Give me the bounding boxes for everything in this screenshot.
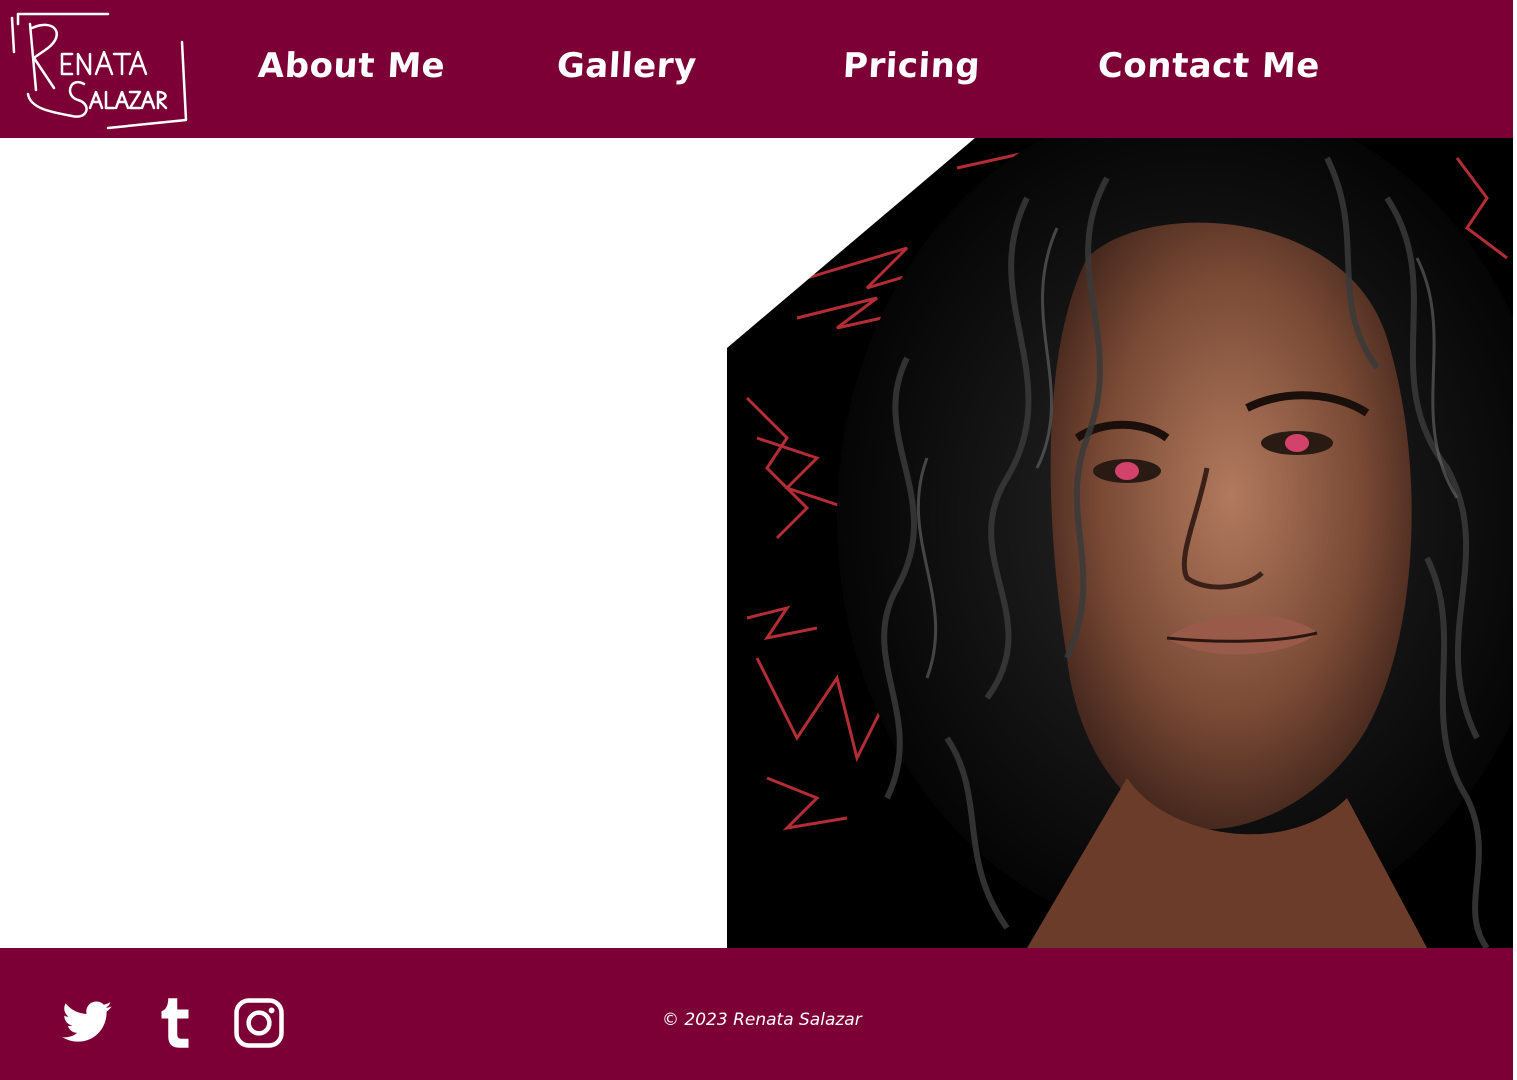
tumblr-link[interactable] xyxy=(148,996,202,1050)
portrait-painting-icon xyxy=(727,138,1513,948)
hero-section xyxy=(0,138,1513,948)
nav-about-me[interactable]: About Me xyxy=(257,46,446,86)
page: About Me Gallery Pricing Contact Me © 20… xyxy=(0,0,1517,1080)
instagram-link[interactable] xyxy=(232,996,286,1050)
site-logo[interactable] xyxy=(10,12,190,132)
twitter-link[interactable] xyxy=(60,996,114,1050)
instagram-icon xyxy=(234,998,284,1048)
hero-portrait-image xyxy=(727,138,1513,948)
tumblr-icon xyxy=(161,998,189,1048)
copyright-text: © 2023 Renata Salazar xyxy=(662,1010,862,1030)
site-footer: © 2023 Renata Salazar xyxy=(0,948,1517,1080)
nav-contact-me[interactable]: Contact Me xyxy=(1097,46,1321,86)
nav-gallery[interactable]: Gallery xyxy=(556,46,698,86)
nav-pricing[interactable]: Pricing xyxy=(842,46,981,86)
logo-signature-icon xyxy=(10,12,188,130)
twitter-icon xyxy=(62,1001,112,1042)
site-header: About Me Gallery Pricing Contact Me xyxy=(0,0,1517,138)
